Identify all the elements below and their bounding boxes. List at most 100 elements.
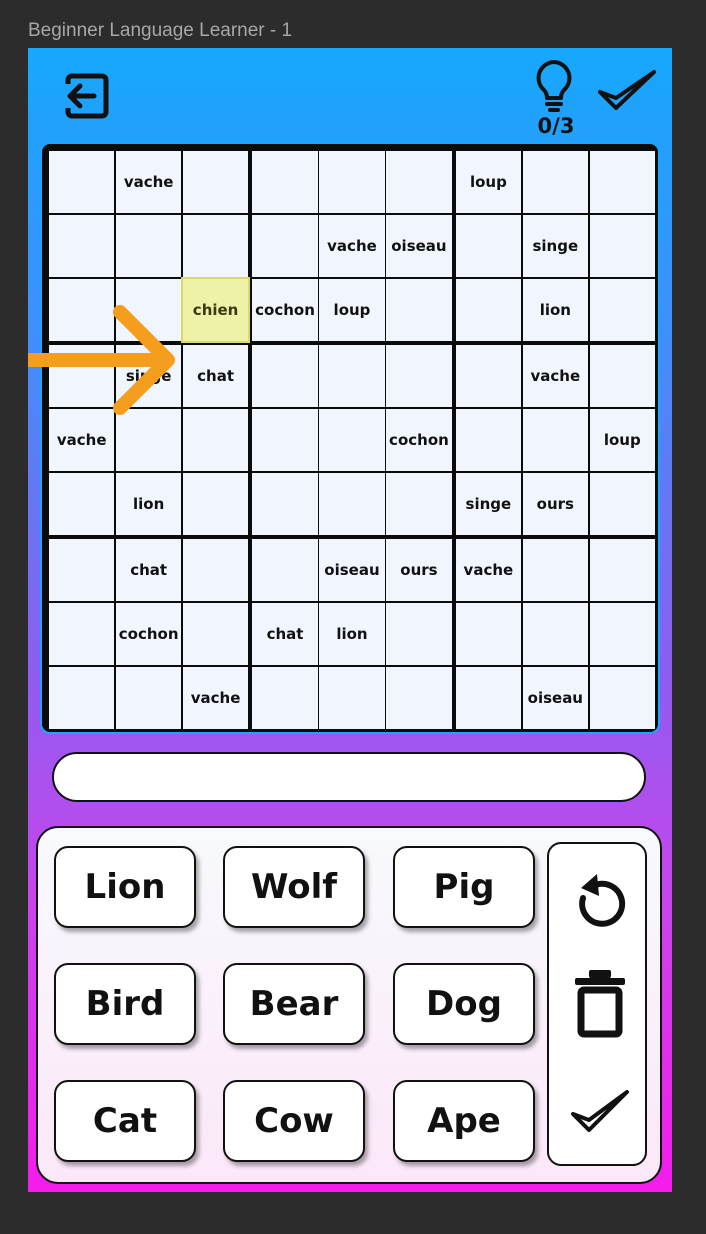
board-cell[interactable] <box>386 345 452 408</box>
board-cell[interactable] <box>115 278 182 341</box>
board-cell[interactable]: vache <box>455 539 522 602</box>
board-cell[interactable] <box>182 602 249 666</box>
word-panel: Lion Wolf Pig Bird Bear Dog Cat Cow Ape <box>36 826 662 1184</box>
word-button-pig[interactable]: Pig <box>393 846 535 928</box>
board-cell[interactable] <box>182 151 249 214</box>
word-button-bear[interactable]: Bear <box>223 963 365 1045</box>
word-button-cow[interactable]: Cow <box>223 1080 365 1162</box>
word-button-bird[interactable]: Bird <box>54 963 196 1045</box>
board-cell[interactable]: lion <box>522 278 589 341</box>
board-cell[interactable]: loup <box>319 278 385 341</box>
board-cell[interactable] <box>182 214 249 278</box>
board-cell[interactable] <box>522 602 589 666</box>
board-cell[interactable]: cochon <box>115 602 182 666</box>
exit-icon[interactable] <box>58 70 110 122</box>
word-button-dog[interactable]: Dog <box>393 963 535 1045</box>
answer-input[interactable] <box>52 752 646 802</box>
board-cell[interactable]: loup <box>455 151 522 214</box>
board-cell[interactable] <box>455 214 522 278</box>
board-cell[interactable] <box>49 278 115 341</box>
board-cell[interactable] <box>522 408 589 472</box>
board-cell[interactable]: chat <box>182 345 249 408</box>
board-cell[interactable] <box>182 408 249 472</box>
board-cell[interactable] <box>589 666 655 729</box>
checkmark-icon[interactable] <box>596 68 658 114</box>
board-cell[interactable] <box>252 345 318 408</box>
board-cell[interactable] <box>589 472 655 535</box>
board-cell[interactable]: chat <box>115 539 182 602</box>
app-screen: 0/3 vache loup vache oiseau singe chien cochon… <box>28 48 672 1192</box>
board-cell[interactable] <box>386 151 452 214</box>
board-cell[interactable] <box>252 472 318 535</box>
undo-icon[interactable] <box>569 868 629 934</box>
board-cell[interactable]: lion <box>319 602 385 666</box>
board-cell[interactable]: singe <box>115 345 182 408</box>
board-cell[interactable] <box>115 214 182 278</box>
board-cell[interactable] <box>589 278 655 341</box>
board-cell[interactable]: vache <box>182 666 249 729</box>
board-cell[interactable] <box>589 602 655 666</box>
board-cell[interactable]: ours <box>386 539 452 602</box>
board-cell[interactable]: chat <box>252 602 318 666</box>
board-cell[interactable] <box>49 602 115 666</box>
board-cell[interactable]: vache <box>522 345 589 408</box>
board-cell[interactable] <box>115 408 182 472</box>
board-cell[interactable] <box>252 151 318 214</box>
board-cell[interactable]: oiseau <box>386 214 452 278</box>
board-cell[interactable] <box>589 345 655 408</box>
board-cell[interactable]: loup <box>589 408 655 472</box>
board-cell[interactable] <box>386 472 452 535</box>
word-button-ape[interactable]: Ape <box>393 1080 535 1162</box>
board-cell[interactable] <box>386 602 452 666</box>
trash-icon[interactable] <box>573 968 627 1040</box>
board-cell[interactable] <box>455 602 522 666</box>
board-cell[interactable] <box>319 666 385 729</box>
board-cell[interactable]: chien <box>180 276 251 343</box>
board-cell[interactable]: singe <box>522 214 589 278</box>
word-button-wolf[interactable]: Wolf <box>223 846 365 928</box>
board-cell[interactable]: vache <box>49 408 115 472</box>
board-cell[interactable] <box>455 666 522 729</box>
board-cell[interactable] <box>49 214 115 278</box>
board-cell[interactable] <box>386 278 452 341</box>
board-cell[interactable] <box>522 151 589 214</box>
board-cell[interactable] <box>522 539 589 602</box>
board-cell[interactable] <box>455 408 522 472</box>
board-cell[interactable] <box>115 666 182 729</box>
board-cell[interactable] <box>49 666 115 729</box>
board-cell[interactable]: lion <box>115 472 182 535</box>
board-cell[interactable] <box>252 666 318 729</box>
board-cell[interactable] <box>49 472 115 535</box>
board-cell[interactable] <box>319 151 385 214</box>
board-cell[interactable] <box>319 472 385 535</box>
board-cell[interactable] <box>319 408 385 472</box>
board-cell[interactable] <box>252 539 318 602</box>
board-cell[interactable] <box>455 345 522 408</box>
board-cell[interactable]: vache <box>115 151 182 214</box>
board-cell[interactable] <box>182 539 249 602</box>
word-button-cat[interactable]: Cat <box>54 1080 196 1162</box>
board-cell[interactable]: singe <box>455 472 522 535</box>
board-cell[interactable] <box>386 666 452 729</box>
board-cell[interactable]: vache <box>319 214 385 278</box>
board-cell[interactable] <box>319 345 385 408</box>
board-cell[interactable]: oiseau <box>319 539 385 602</box>
board-cell[interactable] <box>589 539 655 602</box>
board-cell[interactable] <box>49 539 115 602</box>
board-cell[interactable] <box>49 345 115 408</box>
checkmark-icon[interactable] <box>569 1088 631 1136</box>
board-grid: vache loup vache oiseau singe chien cochon loup… <box>49 151 655 729</box>
board-cell[interactable]: cochon <box>386 408 452 472</box>
board-cell[interactable] <box>252 408 318 472</box>
board-cell[interactable]: cochon <box>252 278 318 341</box>
word-button-lion[interactable]: Lion <box>54 846 196 928</box>
board-cell[interactable] <box>589 214 655 278</box>
board-cell[interactable] <box>252 214 318 278</box>
board-cell[interactable] <box>589 151 655 214</box>
board-cell[interactable]: ours <box>522 472 589 535</box>
board-cell[interactable] <box>182 472 249 535</box>
board-cell[interactable]: oiseau <box>522 666 589 729</box>
board-cell[interactable] <box>455 278 522 341</box>
lightbulb-icon[interactable] <box>531 58 577 114</box>
board-cell[interactable] <box>49 151 115 214</box>
